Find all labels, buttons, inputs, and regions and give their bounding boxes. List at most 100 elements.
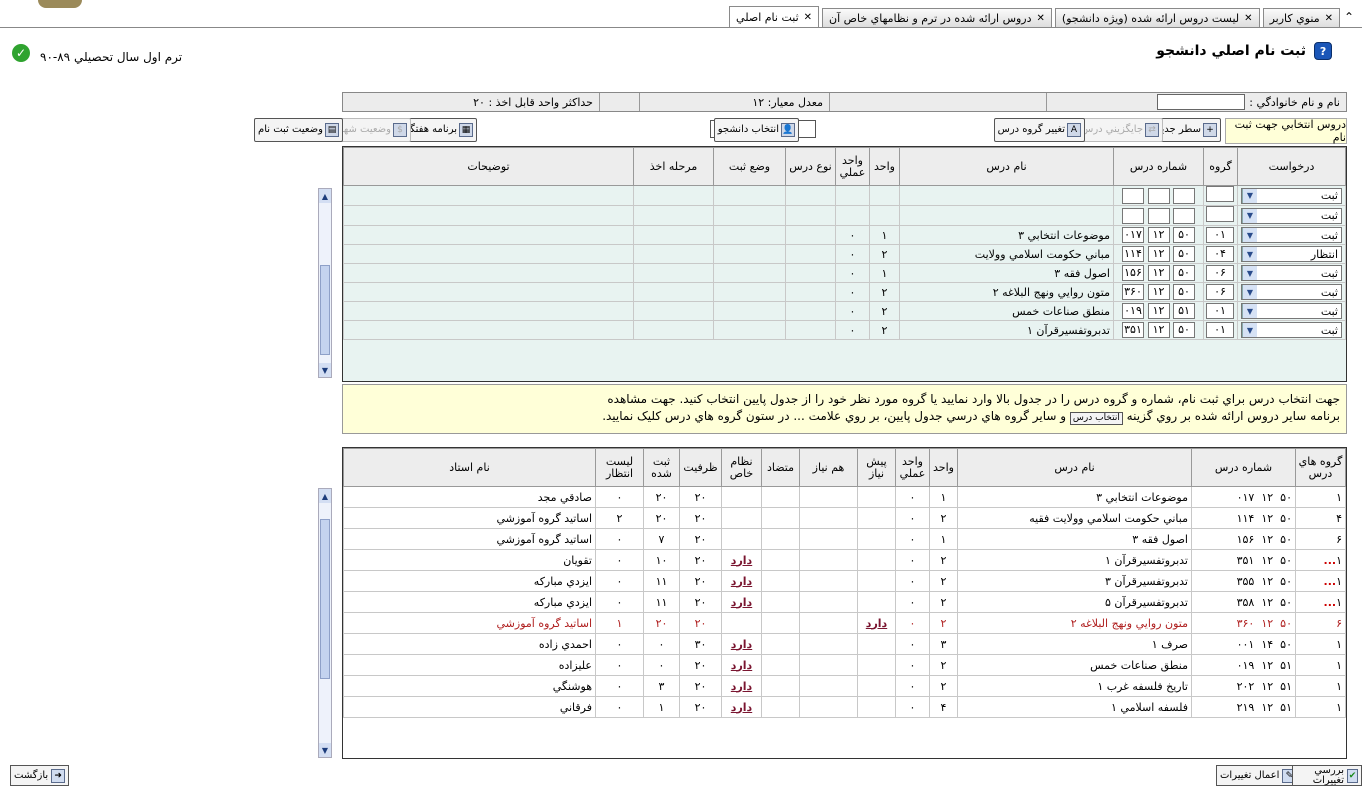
- selected-course-row[interactable]: ثبت ▼: [343, 205, 1346, 226]
- selected-course-row[interactable]: ثبت ▼ ۰۱ ۵۰ ۱۲ ۳۵۱ تدبروتفسيرقرآن ۱۲۰: [343, 320, 1346, 340]
- offered-course-row[interactable]: ۱ ۵۱ ۱۲ ۲۱۹ فلسفه اسلامي ۱ ۴ ۰ دارد ۲۰ ۱ ۰ فرقاني: [343, 696, 1346, 718]
- code-input[interactable]: ۳۵۱: [1122, 322, 1144, 338]
- close-icon[interactable]: ✕: [1037, 13, 1045, 24]
- code-input[interactable]: ۱۲: [1147, 284, 1170, 300]
- col-registration-state[interactable]: وضع ثبت: [713, 147, 786, 186]
- help-icon[interactable]: ?: [1314, 42, 1332, 60]
- col-notes[interactable]: توضيحات: [343, 147, 634, 186]
- tab-main-registration[interactable]: ✕ ثبت نام اصلي: [729, 6, 820, 28]
- student-name-field[interactable]: [1157, 94, 1246, 110]
- chevron-down-icon[interactable]: ▼: [1242, 304, 1257, 318]
- col-conflict[interactable]: متضاد: [761, 448, 800, 487]
- lower-scrollbar[interactable]: ▲ ▼: [318, 488, 332, 758]
- group-input[interactable]: [1206, 186, 1234, 202]
- code-input[interactable]: ۵۰: [1173, 284, 1195, 300]
- col-groups[interactable]: گروه هاي درس: [1295, 448, 1346, 487]
- code-input[interactable]: ۵۰: [1173, 246, 1195, 262]
- offered-course-row[interactable]: ۴ ۵۰ ۱۲ ۱۱۴ مباني حکومت اسلامي وولايت فقيه…: [343, 507, 1346, 529]
- more-groups-link[interactable]: ...: [1324, 554, 1337, 567]
- scroll-up-icon[interactable]: ▲: [319, 189, 331, 203]
- selected-course-row[interactable]: ثبت ▼ ۰۶ ۵۰ ۱۲ ۱۵۶ اصول فقه ۳۱۰: [343, 263, 1346, 283]
- request-select[interactable]: ثبت ▼: [1241, 187, 1342, 204]
- scroll-thumb[interactable]: [320, 519, 330, 679]
- chevron-down-icon[interactable]: ▼: [1242, 208, 1257, 223]
- offered-course-row[interactable]: ۱... ۵۰ ۱۲ ۳۵۵ تدبروتفسيرقرآن ۳ ۲ ۰ دارد ۲۰ ۱۱ ۰…: [343, 570, 1346, 592]
- col-course-name[interactable]: نام درس: [899, 147, 1114, 186]
- scroll-up-icon[interactable]: ▲: [319, 489, 331, 503]
- code-input[interactable]: ۵۰: [1173, 227, 1195, 243]
- code-input[interactable]: ۳۶۰: [1122, 284, 1144, 300]
- special-system-link[interactable]: دارد: [731, 638, 752, 651]
- code-input[interactable]: ۰۱۷: [1122, 227, 1144, 243]
- col-stage[interactable]: مرحله اخذ: [633, 147, 714, 186]
- offered-course-row[interactable]: ۱ ۵۰ ۱۴ ۰۰۱ صرف ۱ ۳ ۰ دارد ۳۰ ۰ ۰ احمدي زاده: [343, 633, 1346, 655]
- close-icon[interactable]: ✕: [1244, 13, 1252, 24]
- change-group-button[interactable]: A تغيير گروه درس: [993, 118, 1085, 142]
- col-prerequisite[interactable]: پيش نياز: [857, 448, 896, 487]
- selected-course-row[interactable]: انتظار ▼ ۰۴ ۵۰ ۱۲ ۱۱۴ مباني حکومت اسلامي وول…: [343, 244, 1346, 264]
- col-request[interactable]: درخواست: [1237, 147, 1346, 186]
- code-input[interactable]: [1147, 207, 1170, 224]
- code-input[interactable]: [1173, 187, 1195, 204]
- upper-scrollbar[interactable]: ▲ ▼: [318, 188, 332, 378]
- offered-course-row[interactable]: ۱... ۵۰ ۱۲ ۳۵۱ تدبروتفسيرقرآن ۱ ۲ ۰ دارد ۲۰ ۱۰ ۰…: [343, 549, 1346, 571]
- offered-course-row[interactable]: ۶ ۵۰ ۱۲ ۳۶۰ متون روايي ونهج البلاغه ۲ ۲ ۰ دار…: [343, 612, 1346, 634]
- col-course-code[interactable]: شماره درس: [1113, 147, 1204, 186]
- col-course-name[interactable]: نام درس: [957, 448, 1192, 487]
- review-changes-button[interactable]: ✔ بررسي تغييرات: [1292, 765, 1362, 786]
- group-input[interactable]: ۰۶: [1206, 284, 1234, 300]
- code-input[interactable]: [1173, 207, 1195, 224]
- select-course-button[interactable]: انتخاب درس: [1069, 412, 1123, 425]
- code-input[interactable]: ۰۱۹: [1122, 303, 1144, 319]
- offered-course-row[interactable]: ۱ ۵۰ ۱۲ ۰۱۷ موضوعات انتخابي ۳ ۱ ۰ ۲۰ ۲۰ ۰ صادقي …: [343, 486, 1346, 508]
- chevron-down-icon[interactable]: ▼: [1242, 323, 1257, 337]
- col-waiting-list[interactable]: ليست انتظار: [595, 448, 644, 487]
- group-input[interactable]: ۰۱: [1206, 303, 1234, 319]
- selected-course-row[interactable]: ثبت ▼: [343, 185, 1346, 206]
- code-input[interactable]: ۱۲: [1147, 246, 1170, 262]
- scroll-down-icon[interactable]: ▼: [319, 743, 331, 757]
- code-input[interactable]: [1147, 187, 1170, 204]
- request-select[interactable]: ثبت ▼: [1241, 303, 1342, 319]
- chevron-down-icon[interactable]: ▼: [1242, 247, 1257, 261]
- chevron-down-icon[interactable]: ▼: [1242, 228, 1257, 242]
- tab-user-menu[interactable]: ✕ منوي کاربر: [1262, 8, 1340, 28]
- close-icon[interactable]: ✕: [804, 12, 812, 23]
- apply-changes-button[interactable]: ✎ اعمال تغييرات: [1216, 765, 1301, 786]
- request-select[interactable]: ثبت ▼: [1241, 284, 1342, 300]
- code-input[interactable]: ۱۲: [1147, 303, 1170, 319]
- col-group[interactable]: گروه: [1203, 147, 1238, 186]
- col-special-system[interactable]: نظام خاص: [721, 448, 762, 487]
- chevron-down-icon[interactable]: ▼: [1242, 266, 1257, 280]
- code-input[interactable]: ۱۱۴: [1122, 246, 1144, 262]
- code-input[interactable]: ۱۵۶: [1122, 265, 1144, 281]
- more-groups-link[interactable]: ...: [1324, 596, 1337, 609]
- offered-course-row[interactable]: ۶ ۵۰ ۱۲ ۱۵۶ اصول فقه ۳ ۱ ۰ ۲۰ ۷ ۰ اساتيد گروه آم…: [343, 528, 1346, 550]
- code-input[interactable]: ۵۱: [1173, 303, 1195, 319]
- tab-offered-courses-student[interactable]: ✕ ليست دروس ارائه شده (ويژه دانشجو): [1054, 8, 1260, 28]
- special-system-link[interactable]: دارد: [731, 659, 752, 672]
- special-system-link[interactable]: دارد: [731, 575, 752, 588]
- col-practical-units[interactable]: واحد عملي: [835, 147, 870, 186]
- col-capacity[interactable]: ظرفيت: [679, 448, 722, 487]
- code-input[interactable]: [1122, 207, 1144, 224]
- col-course-code[interactable]: شماره درس: [1191, 448, 1296, 487]
- request-select[interactable]: انتظار ▼: [1241, 246, 1342, 262]
- special-system-link[interactable]: دارد: [731, 554, 752, 567]
- offered-course-row[interactable]: ۱ ۵۱ ۱۲ ۲۰۲ تاريخ فلسفه غرب ۱ ۲ ۰ دارد ۲۰ ۳ ۰ هوش…: [343, 675, 1346, 697]
- scroll-thumb[interactable]: [320, 265, 330, 355]
- offered-course-row[interactable]: ۱ ۵۱ ۱۲ ۰۱۹ منطق صناعات خمس ۲ ۰ دارد ۲۰ ۰ ۰ عليزا…: [343, 654, 1346, 676]
- selected-course-row[interactable]: ثبت ▼ ۰۶ ۵۰ ۱۲ ۳۶۰ متون روايي ونهج البلاغه ۲…: [343, 282, 1346, 302]
- code-input[interactable]: ۱۲: [1147, 227, 1170, 243]
- selected-course-row[interactable]: ثبت ▼ ۰۱ ۵۱ ۱۲ ۰۱۹ منطق صناعات خمس ۲ ۰: [343, 301, 1346, 321]
- col-practical-units[interactable]: واحد عملي: [895, 448, 930, 487]
- special-system-link[interactable]: دارد: [731, 701, 752, 714]
- code-input[interactable]: [1122, 187, 1144, 204]
- col-units[interactable]: واحد: [929, 448, 958, 487]
- offered-course-row[interactable]: ۱... ۵۰ ۱۲ ۳۵۸ تدبروتفسيرقرآن ۵ ۲ ۰ دارد ۲۰ ۱۱ ۰…: [343, 591, 1346, 613]
- code-input[interactable]: ۵۰: [1173, 265, 1195, 281]
- col-course-type[interactable]: نوع درس: [785, 147, 836, 186]
- request-select[interactable]: ثبت ▼: [1241, 227, 1342, 243]
- group-input[interactable]: ۰۱: [1206, 322, 1234, 338]
- request-select[interactable]: ثبت ▼: [1241, 265, 1342, 281]
